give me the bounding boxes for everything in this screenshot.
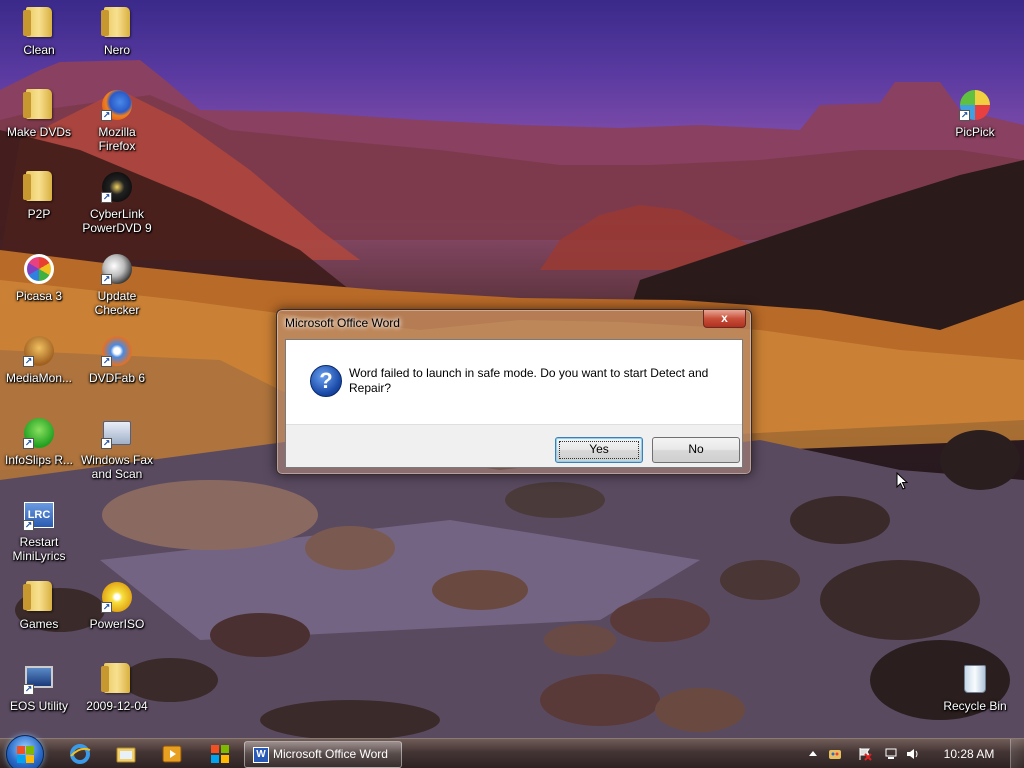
folder-icon xyxy=(23,171,55,203)
internet-explorer-icon[interactable] xyxy=(68,742,92,766)
desktop-icon-label: Nero xyxy=(103,43,130,57)
dialog-button-bar: Yes No xyxy=(286,424,742,467)
desktop-icon-label: Windows Fax and Scan xyxy=(80,453,154,481)
desktop-icon-label: CyberLink PowerDVD 9 xyxy=(82,207,152,235)
volume-icon[interactable] xyxy=(906,747,920,761)
desktop-icon-label: MediaMon... xyxy=(5,371,73,385)
close-icon: x xyxy=(721,311,728,325)
desktop-icon-clean[interactable]: Clean xyxy=(0,7,78,57)
yes-button[interactable]: Yes xyxy=(555,437,643,463)
question-icon: ? xyxy=(310,365,342,397)
desktop-icon-label: P2P xyxy=(27,207,51,221)
desktop-icon-label: Make DVDs xyxy=(6,125,71,139)
poweriso-icon: ↗ xyxy=(101,581,133,613)
picpick-icon: ↗ xyxy=(959,89,991,121)
mediamonkey-icon: ↗ xyxy=(23,335,55,367)
desktop-icon-update-checker[interactable]: ↗ Update Checker xyxy=(78,253,156,317)
infoslips-icon: ↗ xyxy=(23,417,55,449)
desktop-icon-recycle-bin[interactable]: Recycle Bin xyxy=(936,663,1014,713)
taskbar-clock[interactable]: 10:28 AM xyxy=(942,739,996,768)
desktop-icon-make-dvds[interactable]: Make DVDs xyxy=(0,89,78,139)
taskbar-button-word[interactable]: W Microsoft Office Word xyxy=(244,741,402,768)
recycle-bin-icon xyxy=(959,663,991,695)
desktop-icon-label: Clean xyxy=(23,43,55,57)
windows-explorer-icon[interactable] xyxy=(114,742,138,766)
fax-scan-icon: ↗ xyxy=(101,417,133,449)
taskbar: W Microsoft Office Word 10:28 AM xyxy=(0,735,1024,768)
update-checker-icon: ↗ xyxy=(101,253,133,285)
folder-icon xyxy=(101,7,133,39)
firefox-icon: ↗ xyxy=(101,89,133,121)
action-center-icon[interactable] xyxy=(858,747,872,761)
taskbar-button-label: Microsoft Office Word xyxy=(273,747,388,761)
minilyrics-icon: LRC ↗ xyxy=(23,499,55,531)
desktop-icon-p2p[interactable]: P2P xyxy=(0,171,78,221)
desktop-icon-infoslips[interactable]: ↗ InfoSlips R... xyxy=(0,417,78,467)
desktop-icon-cyberlink-powerdvd[interactable]: ↗ CyberLink PowerDVD 9 xyxy=(78,171,156,235)
desktop-icon-label: Update Checker xyxy=(94,289,140,317)
desktop-icon-dvdfab[interactable]: ↗ DVDFab 6 xyxy=(78,335,156,385)
media-player-icon[interactable] xyxy=(160,742,184,766)
no-button[interactable]: No xyxy=(652,437,740,463)
mouse-cursor-icon xyxy=(896,472,908,490)
folder-icon xyxy=(101,663,133,695)
desktop-icon-mozilla-firefox[interactable]: ↗ Mozilla Firefox xyxy=(78,89,156,153)
desktop-icon-label: Games xyxy=(19,617,59,631)
desktop-icon-2009-12-04[interactable]: 2009-12-04 xyxy=(78,663,156,713)
start-button[interactable] xyxy=(6,735,44,768)
desktop-icon-label: Recycle Bin xyxy=(943,699,1007,713)
word-icon: W xyxy=(253,747,269,763)
dialog-message: Word failed to launch in safe mode. Do y… xyxy=(349,366,709,395)
desktop-icon-poweriso[interactable]: ↗ PowerISO xyxy=(78,581,156,631)
desktop-icon-label: InfoSlips R... xyxy=(4,453,74,467)
word-dialog: Microsoft Office Word x ? Word failed to… xyxy=(276,309,752,475)
windows-logo-icon[interactable] xyxy=(208,742,232,766)
powerdvd-icon: ↗ xyxy=(101,171,133,203)
desktop-icon-label: Picasa 3 xyxy=(15,289,63,303)
desktop-icon-label: DVDFab 6 xyxy=(88,371,146,385)
close-button[interactable]: x xyxy=(703,310,746,328)
desktop-icon-label: Restart MiniLyrics xyxy=(12,535,66,563)
desktop-icon-mediamonkey[interactable]: ↗ MediaMon... xyxy=(0,335,78,385)
desktop-icon-label: 2009-12-04 xyxy=(86,699,148,713)
desktop-icon-games[interactable]: Games xyxy=(0,581,78,631)
folder-icon xyxy=(23,581,55,613)
desktop-icon-label: PicPick xyxy=(955,125,995,139)
network-icon[interactable] xyxy=(884,747,898,761)
desktop-icon-windows-fax-scan[interactable]: ↗ Windows Fax and Scan xyxy=(78,417,156,481)
dvdfab-icon: ↗ xyxy=(101,335,133,367)
dialog-client-area: ? Word failed to launch in safe mode. Do… xyxy=(285,339,743,468)
show-hidden-icons-icon[interactable] xyxy=(806,747,820,761)
desktop-icon-eos-utility[interactable]: ↗ EOS Utility xyxy=(0,663,78,713)
paint-icon[interactable] xyxy=(828,747,842,761)
dialog-title: Microsoft Office Word xyxy=(285,316,400,330)
folder-icon xyxy=(23,7,55,39)
desktop-icon-restart-minilyrics[interactable]: LRC ↗ Restart MiniLyrics xyxy=(0,499,78,563)
dialog-body: ? Word failed to launch in safe mode. Do… xyxy=(286,340,742,424)
desktop-icon-label: Mozilla Firefox xyxy=(98,125,136,153)
picasa-icon xyxy=(23,253,55,285)
folder-icon xyxy=(23,89,55,121)
show-desktop-button[interactable] xyxy=(1010,739,1024,768)
desktop-icon-picasa[interactable]: Picasa 3 xyxy=(0,253,78,303)
eos-utility-icon: ↗ xyxy=(23,663,55,695)
desktop-icon-label: EOS Utility xyxy=(9,699,68,713)
desktop-icon-label: PowerISO xyxy=(89,617,145,631)
desktop-icon-nero[interactable]: Nero xyxy=(78,7,156,57)
desktop-icon-picpick[interactable]: ↗ PicPick xyxy=(936,89,1014,139)
windows-logo-icon xyxy=(17,746,35,764)
